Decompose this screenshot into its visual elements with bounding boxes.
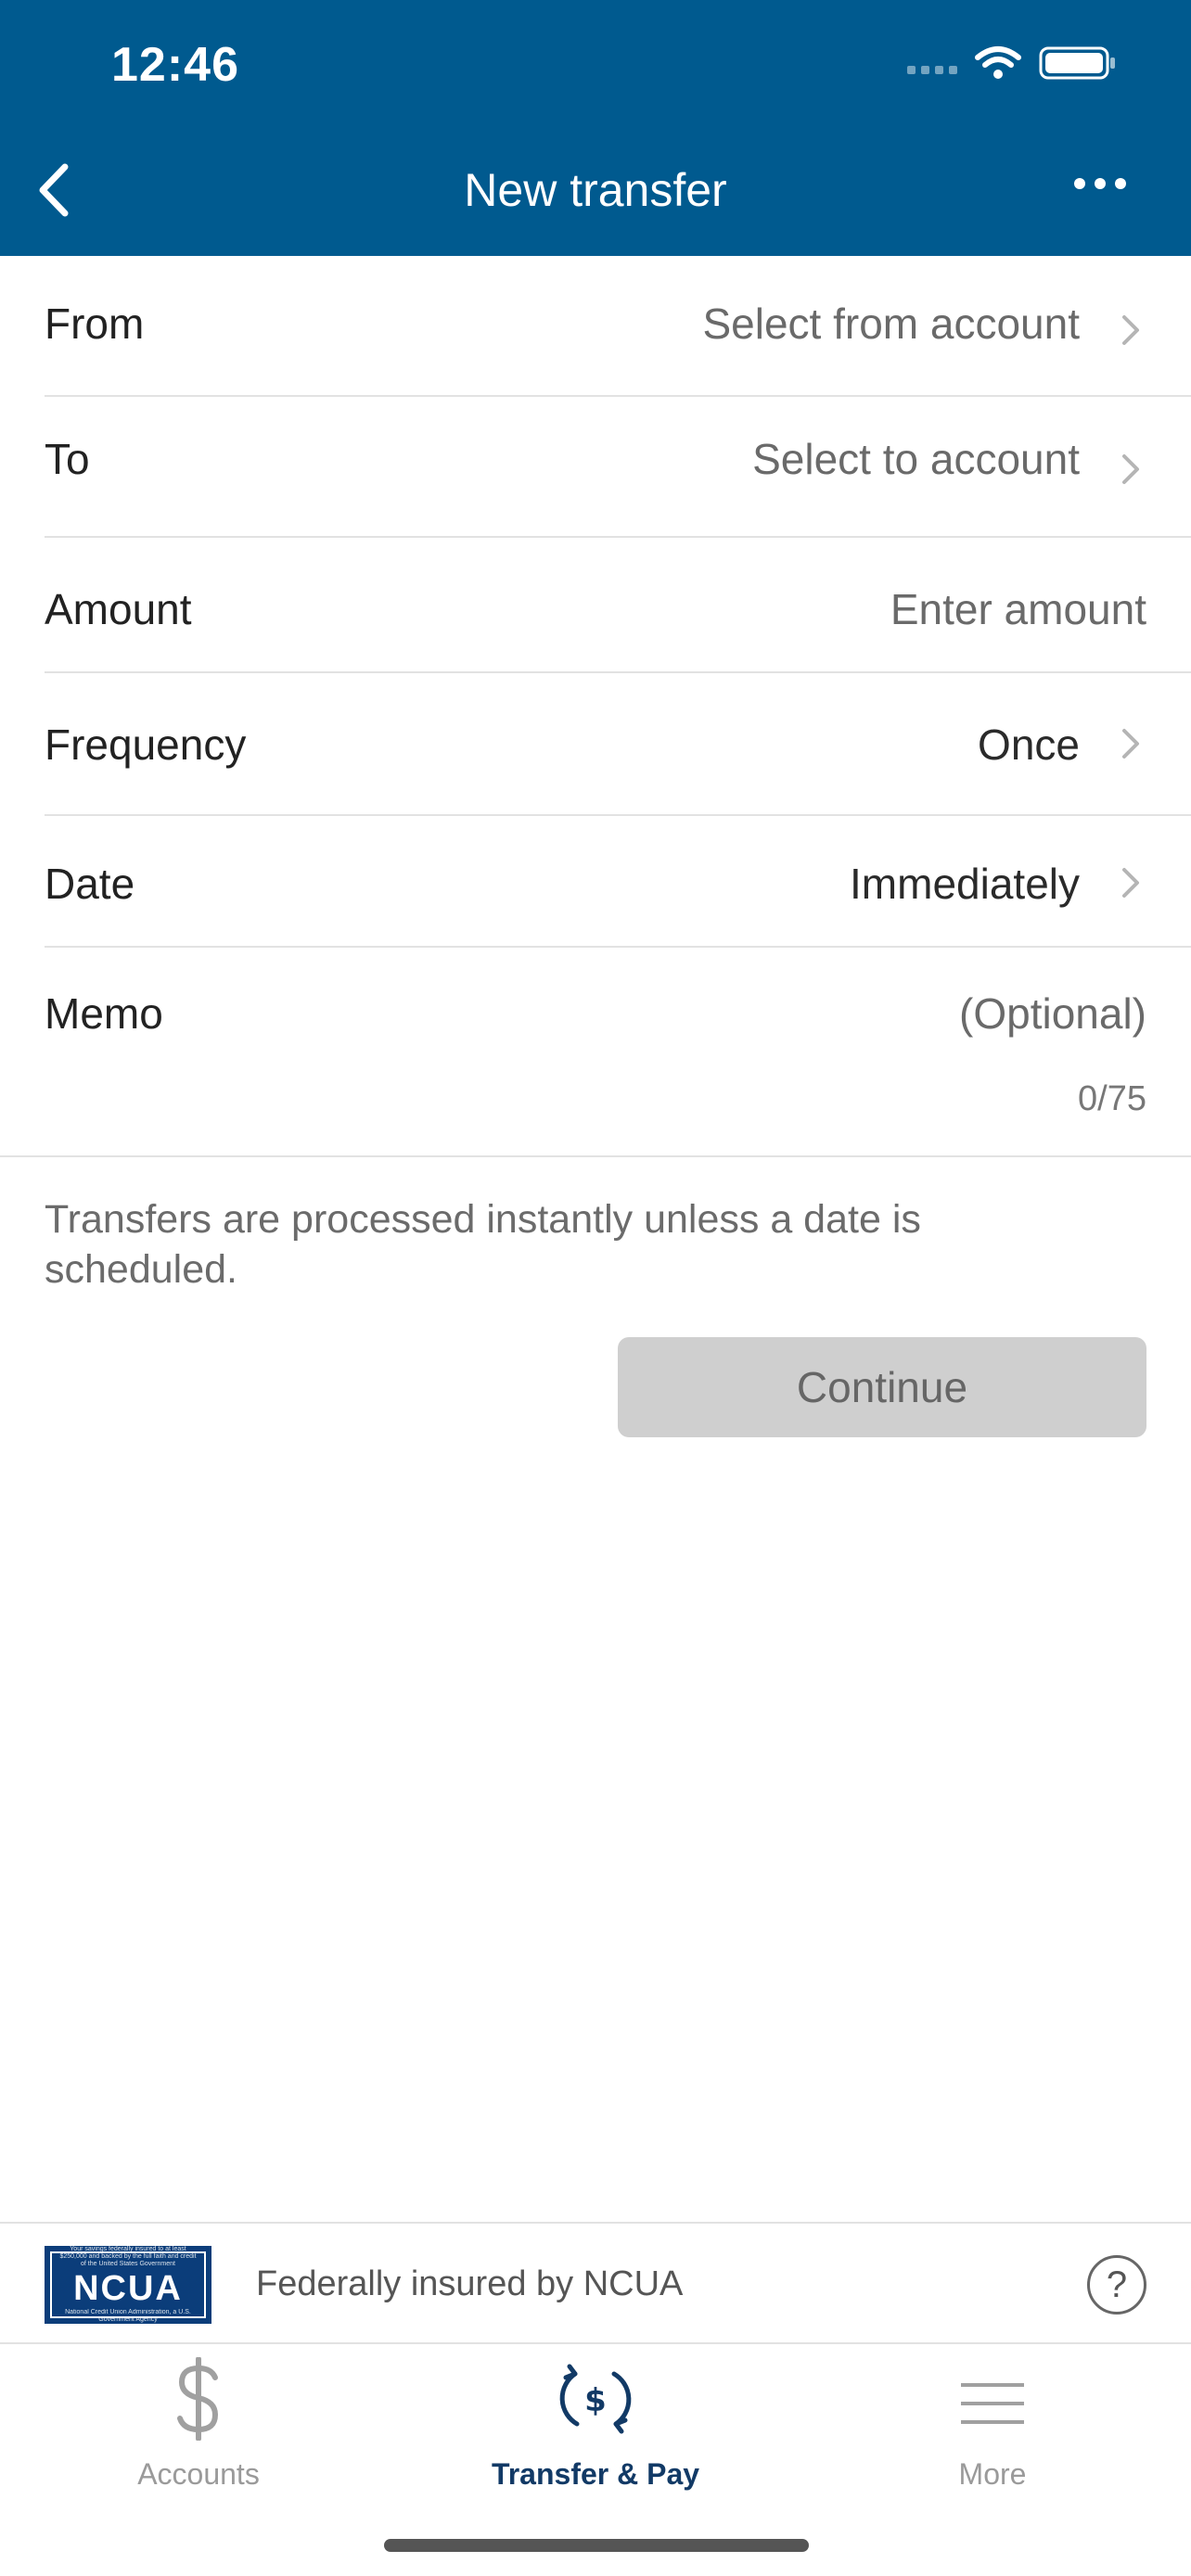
from-account-row[interactable]: From Select from account bbox=[45, 256, 1191, 397]
home-indicator bbox=[384, 2539, 809, 2552]
chevron-right-icon bbox=[1122, 868, 1139, 898]
date-row[interactable]: Date Immediately bbox=[45, 816, 1191, 948]
transfer-info-note: Transfers are processed instantly unless… bbox=[45, 1197, 921, 1292]
svg-text:$: $ bbox=[584, 2382, 607, 2419]
menu-icon bbox=[961, 2383, 1024, 2424]
chevron-right-icon bbox=[1122, 315, 1139, 345]
app-header: 12:46 New transfer bbox=[0, 0, 1191, 256]
cellular-signal-icon bbox=[907, 65, 957, 74]
continue-button[interactable]: Continue bbox=[618, 1337, 1146, 1437]
chevron-right-icon bbox=[1122, 729, 1139, 759]
dollar-icon bbox=[177, 2357, 219, 2441]
frequency-label: Frequency bbox=[45, 721, 247, 769]
tab-more-label: More bbox=[958, 2457, 1027, 2491]
frequency-value: Once bbox=[978, 721, 1080, 769]
new-transfer-screen: 12:46 New transfer From Select from acco… bbox=[0, 0, 1191, 2576]
memo-character-count: 0/75 bbox=[1078, 1079, 1146, 1118]
frequency-row[interactable]: Frequency Once bbox=[45, 673, 1191, 816]
from-account-value: Select from account bbox=[702, 300, 1080, 348]
date-value: Immediately bbox=[850, 860, 1080, 908]
tab-more[interactable]: More bbox=[794, 2344, 1191, 2511]
to-account-row[interactable]: To Select to account bbox=[45, 397, 1191, 538]
status-time: 12:46 bbox=[111, 38, 239, 92]
ncua-logo: Your savings federally insured to at lea… bbox=[45, 2246, 211, 2324]
amount-row[interactable]: Amount Enter amount bbox=[45, 538, 1191, 673]
to-account-value: Select to account bbox=[752, 435, 1080, 483]
tab-transfer-pay-label: Transfer & Pay bbox=[491, 2457, 700, 2491]
ncua-logo-text: NCUA bbox=[73, 2269, 183, 2308]
insured-text: Federally insured by NCUA bbox=[256, 2264, 684, 2303]
ncua-logo-fine-print: Your savings federally insured to at lea… bbox=[59, 2246, 197, 2267]
amount-label: Amount bbox=[45, 585, 192, 633]
date-label: Date bbox=[45, 860, 135, 908]
amount-input[interactable]: Enter amount bbox=[890, 584, 1146, 634]
ncua-logo-footer: National Credit Union Administration, a … bbox=[65, 2309, 191, 2323]
memo-row[interactable]: Memo (Optional) 0/75 bbox=[0, 948, 1191, 1157]
chevron-right-icon bbox=[1122, 454, 1139, 484]
status-icons bbox=[907, 45, 1117, 82]
help-icon[interactable]: ? bbox=[1087, 2255, 1146, 2315]
page-title: New transfer bbox=[464, 164, 727, 216]
memo-input[interactable]: (Optional) bbox=[959, 988, 1146, 1039]
memo-label: Memo bbox=[45, 989, 163, 1038]
transfer-dollar-icon: $ bbox=[559, 2364, 632, 2434]
wifi-icon bbox=[975, 46, 1021, 79]
tab-accounts-label: Accounts bbox=[137, 2457, 260, 2491]
battery-icon bbox=[1039, 46, 1115, 80]
tab-accounts[interactable]: Accounts bbox=[0, 2344, 397, 2511]
tab-transfer-pay[interactable]: $ Transfer & Pay bbox=[397, 2344, 794, 2511]
from-label: From bbox=[45, 300, 145, 348]
to-label: To bbox=[45, 435, 90, 483]
ncua-insured-banner: Your savings federally insured to at lea… bbox=[0, 2222, 1191, 2344]
more-options-icon[interactable] bbox=[1074, 178, 1126, 189]
